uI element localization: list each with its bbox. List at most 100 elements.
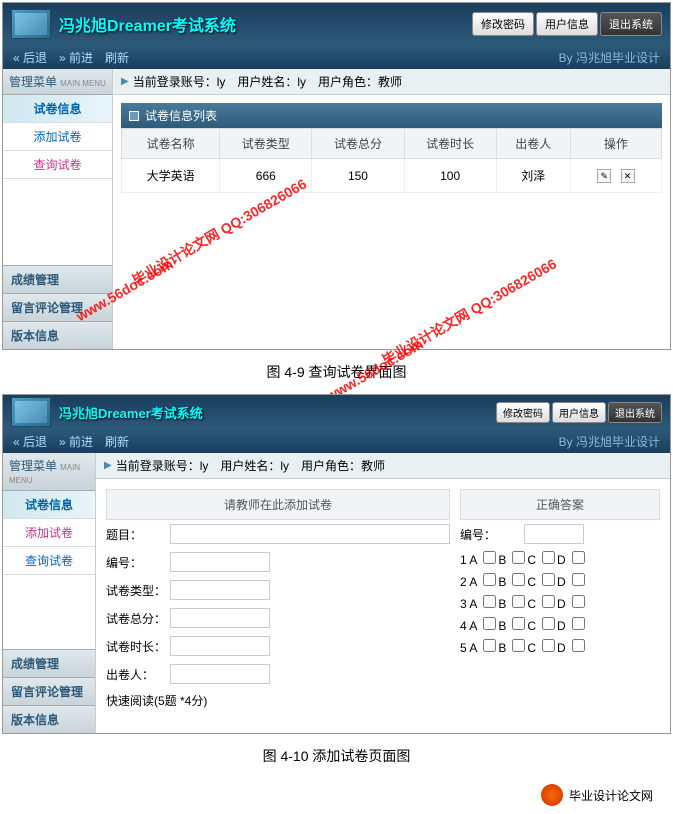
input-type[interactable] xyxy=(170,580,270,600)
main-content: ▶ 当前登录账号：ly 用户姓名：ly 用户角色：教师 试卷信息列表 试卷名称 … xyxy=(113,69,670,349)
sidebar-item-version[interactable]: 版本信息 xyxy=(3,321,112,349)
choice-D[interactable] xyxy=(572,595,585,608)
choice-D[interactable] xyxy=(572,639,585,652)
sidebar-item-query-exam[interactable]: 查询试卷 xyxy=(3,151,112,179)
credit-text: By 冯兆旭毕业设计 xyxy=(559,433,660,450)
sidebar-item-score[interactable]: 成绩管理 xyxy=(3,649,95,677)
choice-D[interactable] xyxy=(572,573,585,586)
exam-table: 试卷名称 试卷类型 试卷总分 试卷时长 出卷人 操作 大学英语 666 150 … xyxy=(121,128,662,193)
sidebar-item-version[interactable]: 版本信息 xyxy=(3,705,95,733)
choice-D[interactable] xyxy=(572,551,585,564)
choice-C[interactable] xyxy=(542,551,555,564)
input-num[interactable] xyxy=(170,552,270,572)
choice-D[interactable] xyxy=(572,617,585,630)
change-password-button[interactable]: 修改密码 xyxy=(496,402,550,423)
info-bar: ▶ 当前登录账号：ly 用户姓名：ly 用户角色：教师 xyxy=(113,69,670,95)
nav-forward[interactable]: » 前进 xyxy=(59,49,93,66)
brand-icon xyxy=(541,784,563,806)
form-title: 请教师在此添加试卷 xyxy=(106,489,450,520)
nav-back[interactable]: « 后退 xyxy=(13,49,47,66)
col-ops: 操作 xyxy=(570,129,661,159)
choice-B[interactable] xyxy=(512,617,525,630)
choice-C[interactable] xyxy=(542,573,555,586)
input-total[interactable] xyxy=(170,608,270,628)
col-name: 试卷名称 xyxy=(122,129,220,159)
nav-forward[interactable]: » 前进 xyxy=(59,433,93,450)
col-type: 试卷类型 xyxy=(220,129,312,159)
user-info-button[interactable]: 用户信息 xyxy=(552,402,606,423)
choice-B[interactable] xyxy=(512,573,525,586)
sidebar-item-query-exam[interactable]: 查询试卷 xyxy=(3,547,95,575)
user-info-button[interactable]: 用户信息 xyxy=(536,12,598,36)
sidebar-header: 管理菜单 MAIN MENU xyxy=(3,453,95,491)
col-total: 试卷总分 xyxy=(312,129,404,159)
nav-refresh[interactable]: 刷新 xyxy=(105,433,129,450)
label-fast: 快速阅读(5题 *4分) xyxy=(106,692,207,709)
sidebar-header: 管理菜单 MAIN MENU xyxy=(3,69,112,95)
sidebar-item-exam-info[interactable]: 试卷信息 xyxy=(3,95,112,123)
sidebar-item-add-exam[interactable]: 添加试卷 xyxy=(3,123,112,151)
answer-row: 5 ABCD xyxy=(460,636,660,658)
figure-caption-2: 图 4-10 添加试卷页面图 xyxy=(0,736,673,776)
answer-title: 正确答案 xyxy=(460,489,660,520)
cell-total: 150 xyxy=(312,159,404,193)
cell-name: 大学英语 xyxy=(122,159,220,193)
delete-icon[interactable]: ✕ xyxy=(621,169,635,183)
credit-text: By 冯兆旭毕业设计 xyxy=(559,49,660,66)
table-header-row: 试卷名称 试卷类型 试卷总分 试卷时长 出卷人 操作 xyxy=(122,129,662,159)
choice-B[interactable] xyxy=(512,551,525,564)
answer-row: 2 ABCD xyxy=(460,570,660,592)
label-author: 出卷人： xyxy=(106,666,166,683)
app-query-exam: 冯兆旭Dreamer考试系统 修改密码 用户信息 退出系统 « 后退 » 前进 … xyxy=(2,2,671,350)
label-total: 试卷总分： xyxy=(106,610,166,627)
app-title: 冯兆旭Dreamer考试系统 xyxy=(59,12,236,36)
choice-C[interactable] xyxy=(542,595,555,608)
arrow-icon: ▶ xyxy=(104,460,112,471)
choice-C[interactable] xyxy=(542,639,555,652)
choice-A[interactable] xyxy=(483,639,496,652)
answer-row: 1 ABCD xyxy=(460,548,660,570)
input-answer-num[interactable] xyxy=(524,524,584,544)
nav-refresh[interactable]: 刷新 xyxy=(105,49,129,66)
brand-text: 毕业设计论文网 xyxy=(569,787,653,804)
sidebar-item-score[interactable]: 成绩管理 xyxy=(3,265,112,293)
input-author[interactable] xyxy=(170,664,270,684)
main-content: ▶ 当前登录账号：ly 用户姓名：ly 用户角色：教师 请教师在此添加试卷 题目… xyxy=(96,453,670,733)
navbar: « 后退 » 前进 刷新 By 冯兆旭毕业设计 xyxy=(3,429,670,453)
choice-A[interactable] xyxy=(483,595,496,608)
arrow-icon: ▶ xyxy=(121,76,129,87)
change-password-button[interactable]: 修改密码 xyxy=(472,12,534,36)
label-topic: 题目： xyxy=(106,526,166,543)
header: 冯兆旭Dreamer考试系统 修改密码 用户信息 退出系统 xyxy=(3,3,670,45)
input-topic[interactable] xyxy=(170,524,450,544)
sidebar: 管理菜单 MAIN MENU 试卷信息 添加试卷 查询试卷 成绩管理 留言评论管… xyxy=(3,69,113,349)
sidebar-item-comments[interactable]: 留言评论管理 xyxy=(3,293,112,321)
nav-back[interactable]: « 后退 xyxy=(13,433,47,450)
col-author: 出卷人 xyxy=(496,129,570,159)
navbar: « 后退 » 前进 刷新 By 冯兆旭毕业设计 xyxy=(3,45,670,69)
answer-row: 3 ABCD xyxy=(460,592,660,614)
sidebar: 管理菜单 MAIN MENU 试卷信息 添加试卷 查询试卷 成绩管理 留言评论管… xyxy=(3,453,96,733)
sidebar-item-exam-info[interactable]: 试卷信息 xyxy=(3,491,95,519)
logout-button[interactable]: 退出系统 xyxy=(600,12,662,36)
sidebar-item-add-exam[interactable]: 添加试卷 xyxy=(3,519,95,547)
logo-icon xyxy=(11,9,51,39)
choice-A[interactable] xyxy=(483,551,496,564)
panel-title: 试卷信息列表 xyxy=(121,103,662,128)
header: 冯兆旭Dreamer考试系统 修改密码 用户信息 退出系统 xyxy=(3,395,670,429)
input-time[interactable] xyxy=(170,636,270,656)
label-num: 编号： xyxy=(106,554,166,571)
choice-A[interactable] xyxy=(483,617,496,630)
choice-C[interactable] xyxy=(542,617,555,630)
sidebar-item-comments[interactable]: 留言评论管理 xyxy=(3,677,95,705)
edit-icon[interactable]: ✎ xyxy=(597,169,611,183)
logout-button[interactable]: 退出系统 xyxy=(608,402,662,423)
app-add-exam: 冯兆旭Dreamer考试系统 修改密码 用户信息 退出系统 « 后退 » 前进 … xyxy=(2,394,671,734)
footer-brand: 毕业设计论文网 xyxy=(0,776,673,814)
figure-caption-1: 图 4-9 查询试卷界面图 xyxy=(0,352,673,392)
choice-A[interactable] xyxy=(483,573,496,586)
cell-type: 666 xyxy=(220,159,312,193)
choice-B[interactable] xyxy=(512,639,525,652)
cell-time: 100 xyxy=(404,159,496,193)
choice-B[interactable] xyxy=(512,595,525,608)
